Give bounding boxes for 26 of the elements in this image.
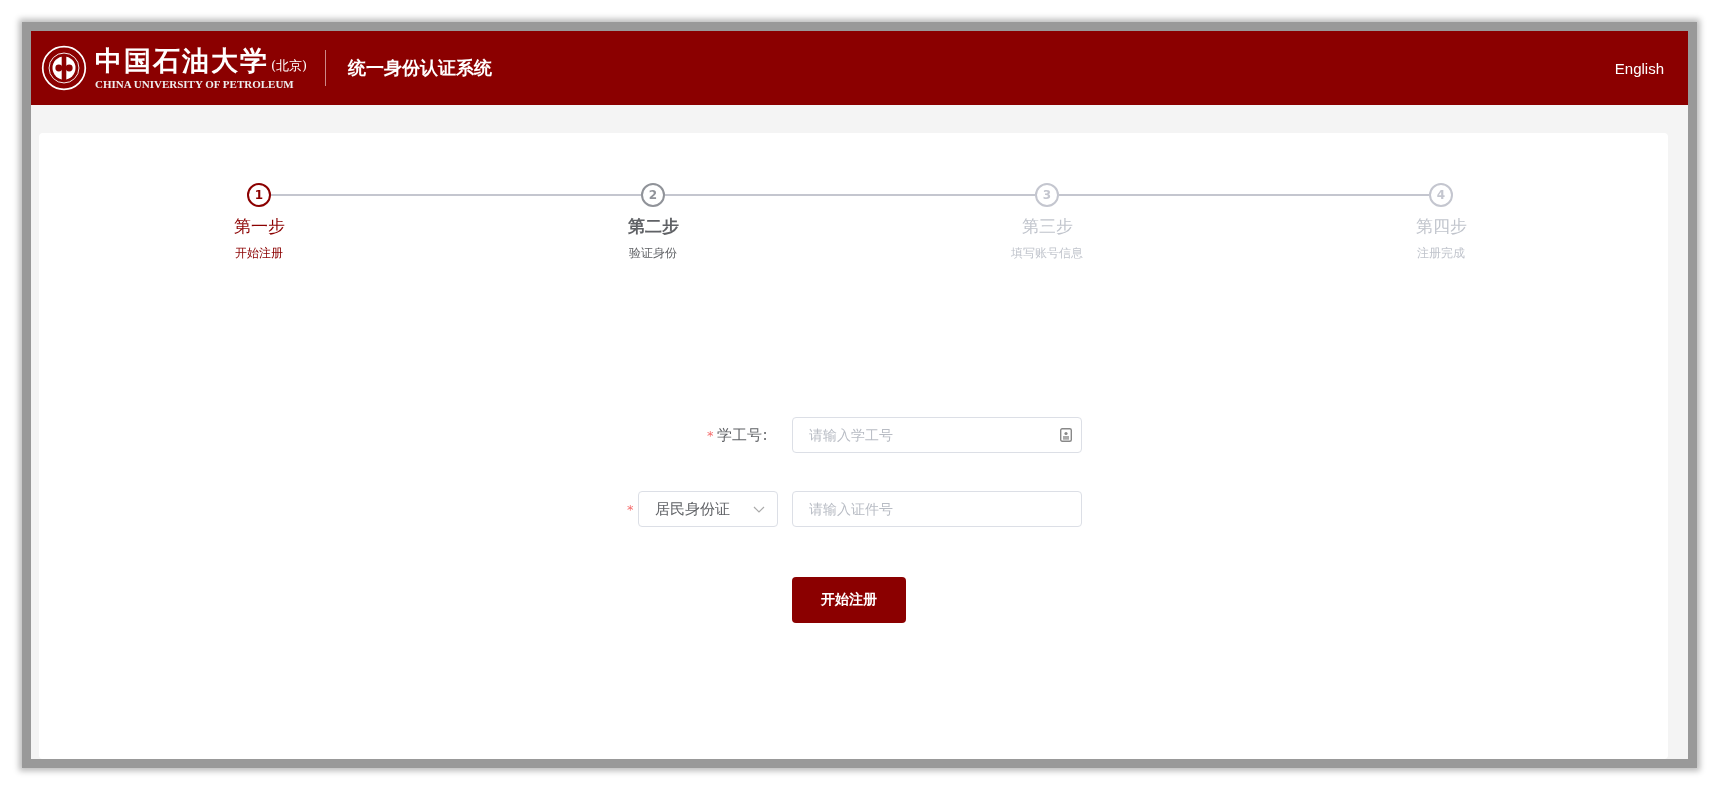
step-number: 1 [247,183,271,207]
step-description: 验证身份 [629,245,677,262]
step-description: 填写账号信息 [1011,245,1083,262]
student-id-label: 学工号: [717,425,768,445]
step-title: 第二步 [627,215,679,238]
step-number: 4 [1429,183,1453,207]
step-number: 3 [1035,183,1059,207]
step-description: 开始注册 [235,245,283,262]
document-number-field[interactable]: 请输入证件号 [791,491,1082,527]
language-link[interactable]: English [1614,59,1664,77]
step-number: 2 [641,183,665,207]
student-id-field[interactable]: 请输入学工号 [791,417,1082,453]
system-title: 统一身份认证系统 [348,56,493,80]
university-english-name: CHINA UNIVERSITY OF PETROLEUM [95,78,295,91]
id-card-icon [1059,428,1072,442]
campus-name: (北京) [271,56,308,75]
step-description: 注册完成 [1417,245,1465,262]
university-name: 中国石油大学 [95,45,269,76]
required-mark: * [627,501,634,517]
step-title: 第四步 [1415,215,1467,238]
step-title: 第一步 [233,215,285,238]
document-type-select[interactable]: 居民身份证 [637,491,778,527]
emblem-icon [41,45,87,91]
chevron-down-icon [752,505,765,513]
start-registration-button[interactable]: 开始注册 [791,577,906,623]
required-mark: * [706,427,714,443]
